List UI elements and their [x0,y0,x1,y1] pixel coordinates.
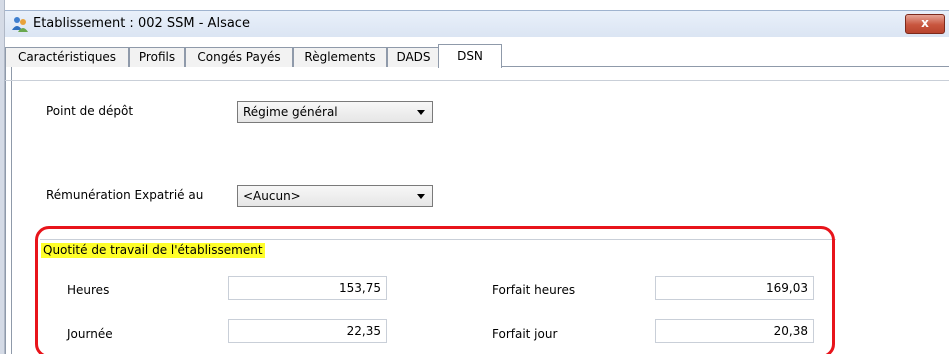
forfait-jour-label: Forfait jour [492,327,558,341]
chevron-down-icon [417,194,425,199]
remuneration-expatrie-value: <Aucun> [243,189,301,203]
point-depot-value: Régime général [243,105,338,119]
close-button[interactable]: x [905,14,945,34]
window-title: Etablissement : 002 SSM - Alsace [33,16,250,31]
tab-profils[interactable]: Profils [129,47,185,67]
panel-left-border [5,67,12,354]
journee-label: Journée [67,327,113,341]
panel-top-divider [5,80,949,81]
tab-caracteristiques[interactable]: Caractéristiques [5,47,129,67]
tab-dsn[interactable]: DSN [438,44,502,68]
forfait-jour-input[interactable]: 20,38 [655,319,814,343]
remuneration-expatrie-select[interactable]: <Aucun> [237,185,433,207]
heures-input[interactable]: 153,75 [228,276,387,300]
point-depot-select[interactable]: Régime général [237,101,433,123]
users-app-icon [12,17,28,32]
forfait-heures-label: Forfait heures [492,283,576,297]
heures-label: Heures [67,283,110,297]
title-bar[interactable]: Etablissement : 002 SSM - Alsace x [5,10,949,38]
tab-strip: Caractéristiques Profils Congés Payés Rè… [5,37,949,68]
establishment-window: Etablissement : 002 SSM - Alsace x Carac… [0,0,949,354]
tab-dads[interactable]: DADS [387,47,440,67]
chevron-down-icon [417,110,425,115]
tab-reglements[interactable]: Règlements [293,47,387,67]
journee-input[interactable]: 22,35 [228,319,387,343]
forfait-heures-input[interactable]: 169,03 [655,276,814,300]
point-depot-label: Point de dépôt [46,104,134,118]
remuneration-expatrie-label: Rémunération Expatrié au [46,188,204,202]
quotite-group-title: Quotité de travail de l'établissement [41,243,265,258]
tab-conges-payes[interactable]: Congés Payés [185,47,293,67]
